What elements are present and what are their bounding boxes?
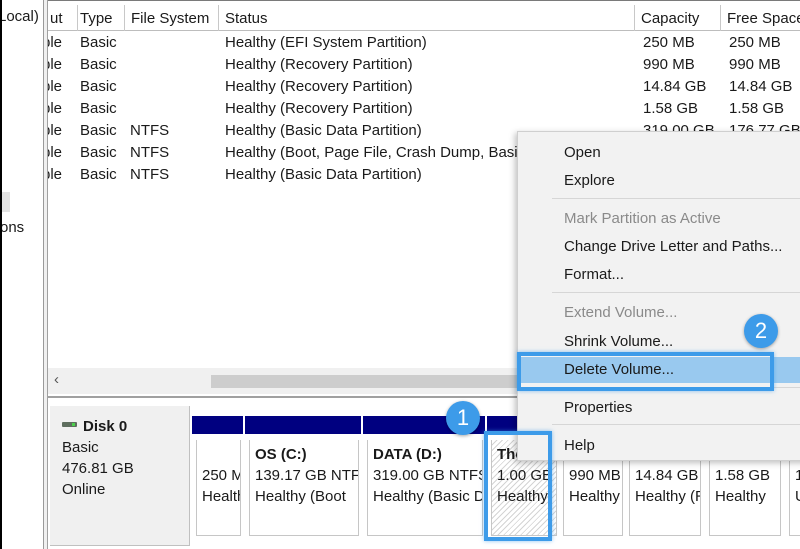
disk-drive-icon — [62, 422, 77, 427]
cell-type: Basic — [80, 56, 117, 73]
menu-separator — [552, 424, 800, 425]
partition-body[interactable]: 250 MB Healthy — [196, 440, 241, 536]
cell-status: Healthy (Recovery Partition) — [225, 56, 413, 73]
cell-layout: ble — [48, 144, 63, 161]
cell-status: Healthy (Recovery Partition) — [225, 100, 413, 117]
cell-type: Basic — [80, 78, 117, 95]
column-header-type[interactable]: Type — [74, 5, 125, 31]
disk-0-label[interactable]: Disk 0 Basic 476.81 GB Online — [50, 406, 190, 546]
partition-status: Healthy — [569, 488, 620, 505]
cell-file-system: NTFS — [130, 166, 170, 183]
volume-row[interactable]: ble Basic Healthy (Recovery Partition) 990 … — [48, 54, 800, 76]
scroll-left-arrow-icon[interactable]: ‹ — [54, 371, 59, 388]
volume-row[interactable]: ble Basic Healthy (Recovery Partition) 1.58… — [48, 98, 800, 120]
step1-highlight-box — [484, 431, 552, 541]
volume-list-header: ut Type File System Status Capacity Free… — [48, 5, 800, 31]
cell-type: Basic — [80, 34, 117, 51]
partition-size: 14.84 GB — [635, 467, 699, 484]
cell-capacity: 1.58 GB — [643, 100, 699, 117]
volume-row[interactable]: ble Basic Healthy (EFI System Partition) 25… — [48, 32, 800, 54]
disk-type: Basic — [62, 439, 99, 456]
cell-type: Basic — [80, 122, 117, 139]
cell-layout: ble — [48, 122, 63, 139]
partition-block[interactable]: OS (C:) 139.17 GB NTFS Healthy (Boot — [245, 416, 361, 538]
menu-item-mark-partition-active[interactable]: Mark Partition as Active — [518, 206, 800, 232]
menu-item-change-drive-letter[interactable]: Change Drive Letter and Paths... — [518, 234, 800, 260]
partition-body[interactable]: DATA (D:) 319.00 GB NTFS Healthy (Basic D — [367, 440, 483, 536]
column-header-free-space[interactable]: Free Space — [721, 5, 800, 31]
partition-size: 139.17 GB NTFS — [255, 467, 359, 484]
disk-size: 476.81 GB — [62, 460, 134, 477]
column-header-capacity[interactable]: Capacity — [635, 5, 721, 31]
menu-item-properties[interactable]: Properties — [518, 395, 800, 421]
menu-separator — [552, 292, 800, 293]
menu-separator — [552, 198, 800, 199]
cell-capacity: 990 MB — [643, 56, 695, 73]
cell-type: Basic — [80, 100, 117, 117]
step2-highlight-box — [517, 352, 774, 391]
partition-size: 1 — [795, 465, 800, 486]
column-header-status[interactable]: Status — [219, 5, 635, 31]
partition-status: U — [795, 486, 800, 507]
partition-size: 250 MB — [202, 467, 240, 484]
cell-status: Healthy (EFI System Partition) — [225, 34, 427, 51]
nav-item-selected-marker — [2, 192, 10, 212]
partition-type-bar — [245, 416, 361, 434]
nav-item-actions[interactable]: ons — [2, 219, 24, 236]
menu-item-explore[interactable]: Explore — [518, 168, 800, 194]
cell-capacity: 14.84 GB — [643, 78, 707, 95]
partition-size: 990 MB — [569, 467, 621, 484]
step1-badge: 1 — [446, 401, 480, 435]
menu-item-format[interactable]: Format... — [518, 262, 800, 288]
cell-layout: ble — [48, 56, 63, 73]
cell-layout: ble — [48, 78, 63, 95]
partition-status: Healthy — [202, 488, 240, 505]
partition-name: DATA (D:) — [373, 446, 442, 463]
navigation-pane: Local) ons — [0, 0, 44, 549]
partition-size: 319.00 GB NTFS — [373, 467, 483, 484]
cell-type: Basic — [80, 166, 117, 183]
context-menu: Open Explore Mark Partition as Active Chang… — [517, 131, 800, 461]
partition-type-bar — [192, 416, 243, 434]
partition-block[interactable]: 250 MB Healthy — [192, 416, 243, 538]
nav-item-computer-management-local[interactable]: Local) — [2, 8, 39, 25]
cell-capacity: 250 MB — [643, 34, 695, 51]
partition-status: Healthy (Basic D — [373, 488, 483, 505]
partition-status: Healthy (Re — [635, 488, 700, 505]
partition-size: 1.58 GB — [715, 467, 771, 484]
menu-item-help[interactable]: Help — [518, 433, 800, 459]
partition-status: Healthy (Boot — [255, 488, 346, 505]
cell-free-space: 14.84 GB — [729, 78, 793, 95]
cell-layout: ble — [48, 34, 63, 51]
cell-status: Healthy (Recovery Partition) — [225, 78, 413, 95]
cell-type: Basic — [80, 144, 117, 161]
disk-title: Disk 0 — [83, 418, 128, 435]
column-header-file-system[interactable]: File System — [125, 5, 219, 31]
volume-row[interactable]: ble Basic Healthy (Recovery Partition) 14.8… — [48, 76, 800, 98]
cell-file-system: NTFS — [130, 144, 170, 161]
cell-layout: ble — [48, 166, 63, 183]
cell-free-space: 250 MB — [729, 34, 781, 51]
partition-body[interactable]: OS (C:) 139.17 GB NTFS Healthy (Boot — [249, 440, 359, 536]
disk-state: Online — [62, 481, 106, 498]
cell-layout: ble — [48, 100, 63, 117]
step2-badge: 2 — [744, 314, 778, 348]
partition-status: Healthy — [715, 488, 766, 505]
cell-file-system: NTFS — [130, 122, 170, 139]
cell-free-space: 1.58 GB — [729, 100, 785, 117]
cell-free-space: 990 MB — [729, 56, 781, 73]
partition-name: OS (C:) — [255, 446, 307, 463]
menu-item-open[interactable]: Open — [518, 140, 800, 166]
